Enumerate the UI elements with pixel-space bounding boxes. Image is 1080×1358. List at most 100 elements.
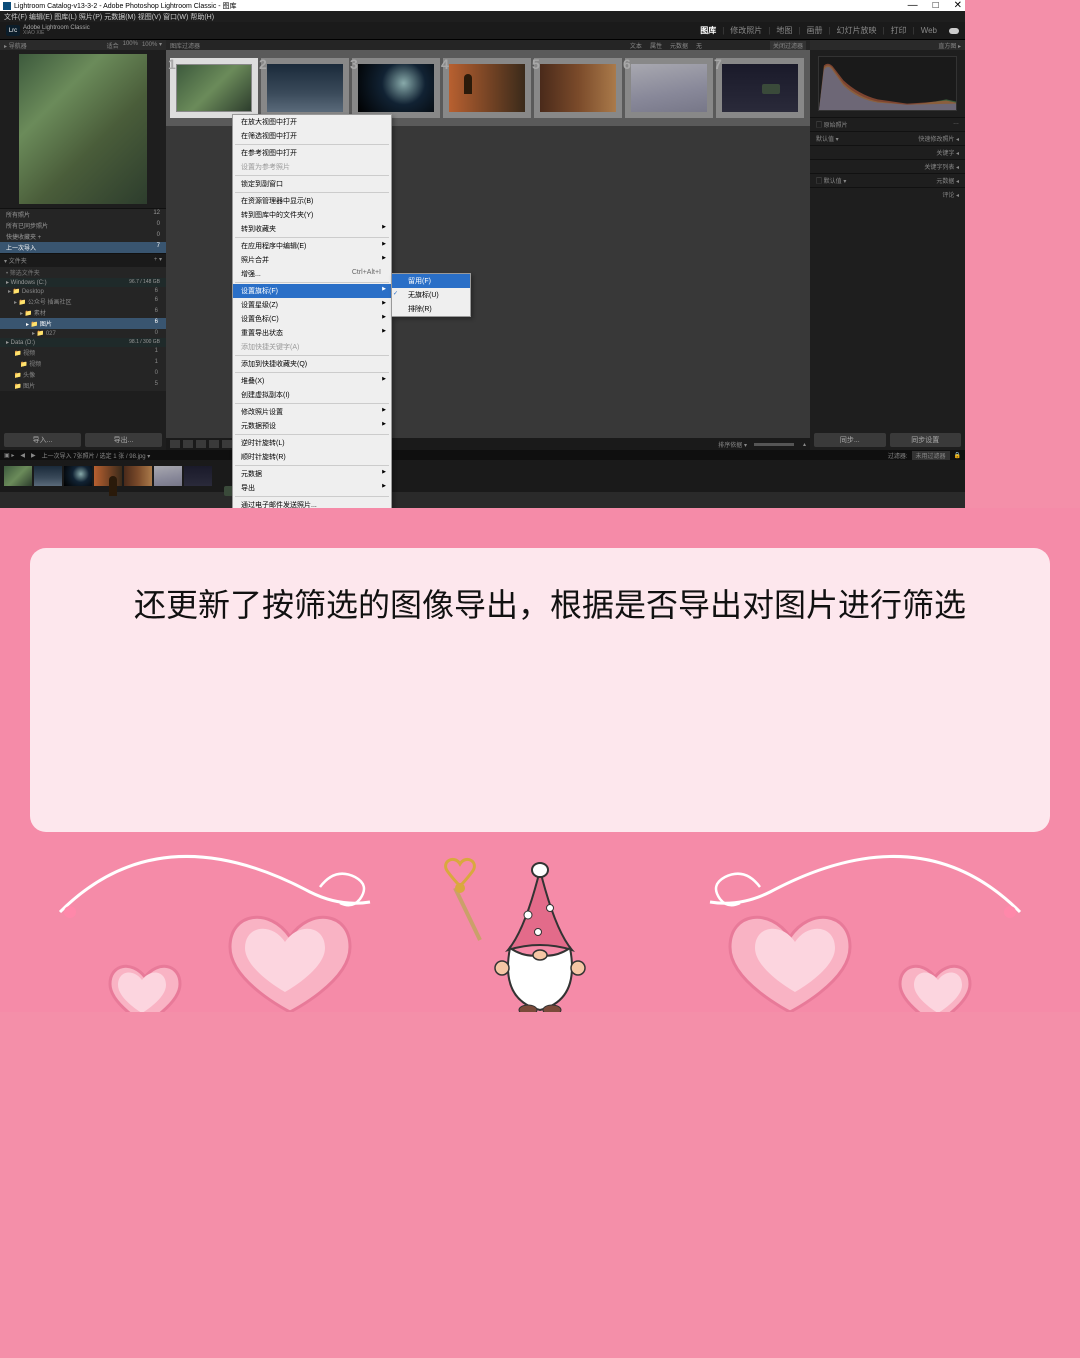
context-menu-item[interactable]: 锁定到副窗口 bbox=[233, 177, 391, 191]
context-menu-item[interactable]: 在筛选视图中打开 bbox=[233, 129, 391, 143]
folders-header[interactable]: ▾ 文件夹+ ▾ bbox=[0, 254, 166, 267]
histogram[interactable] bbox=[818, 56, 957, 111]
folder-row[interactable]: ▸ 📁 0270 bbox=[0, 329, 166, 338]
context-menu-item[interactable]: 在参考视图中打开 bbox=[233, 146, 391, 160]
module-tab[interactable]: 地图 bbox=[776, 25, 792, 36]
quick-develop-row[interactable]: 默认值 ▾快速修改照片 ◂ bbox=[810, 131, 965, 145]
minimize-button[interactable]: — bbox=[908, 0, 918, 11]
film-thumb[interactable] bbox=[64, 466, 92, 486]
context-menu-item[interactable]: 设置旗标(F) bbox=[233, 284, 391, 298]
metadata-row[interactable]: ▢ 默认值 ▾元数据 ◂ bbox=[810, 173, 965, 187]
sync-settings-button[interactable]: 同步设置 bbox=[890, 433, 962, 447]
folder-row[interactable]: ▸ 📁 图片6 bbox=[0, 318, 166, 329]
folder-row[interactable]: ▸ 📁 素材6 bbox=[0, 307, 166, 318]
context-menu-item[interactable]: 设置星级(Z) bbox=[233, 298, 391, 312]
module-tab[interactable]: Web bbox=[921, 26, 937, 35]
grid-cell-5[interactable]: 5 bbox=[534, 58, 622, 118]
second-window-icon[interactable]: ▣ ▸ bbox=[4, 452, 14, 459]
context-menu-item[interactable]: 在放大视图中打开 bbox=[233, 115, 391, 129]
people-view-icon[interactable] bbox=[222, 440, 232, 448]
filmstrip[interactable] bbox=[0, 460, 965, 492]
film-thumb[interactable] bbox=[124, 466, 152, 486]
navigator-header[interactable]: ▸ 导航器 适合 100% 100% ▾ bbox=[0, 40, 166, 50]
menu-item[interactable]: 文件(F) bbox=[4, 12, 27, 22]
grid-view-icon[interactable] bbox=[170, 440, 180, 448]
folder-row[interactable]: 📁 图片5 bbox=[0, 380, 166, 391]
menu-item[interactable]: 窗口(W) bbox=[163, 12, 188, 22]
folder-row[interactable]: ▸ 📁 公众号 插画社区6 bbox=[0, 296, 166, 307]
export-button[interactable]: 导出... bbox=[85, 433, 162, 447]
navigator-fit[interactable]: 适合 bbox=[107, 41, 119, 50]
catalog-row[interactable]: 上一次导入7 bbox=[0, 242, 166, 253]
folder-row[interactable]: 📁 视频1 bbox=[0, 347, 166, 358]
context-menu-item[interactable]: 逆时针旋转(L) bbox=[233, 436, 391, 450]
keyword-list-row[interactable]: 关键字列表 ◂ bbox=[810, 159, 965, 173]
go-back-icon[interactable]: ◀ bbox=[20, 452, 25, 459]
submenu-item[interactable]: ✓无旗标(U) bbox=[392, 288, 470, 302]
folder-filter[interactable]: • 筛选文件夹 bbox=[0, 267, 166, 278]
thumb-size-slider[interactable] bbox=[754, 443, 794, 446]
menu-item[interactable]: 帮助(H) bbox=[190, 12, 214, 22]
context-menu-item[interactable]: 堆叠(X) bbox=[233, 374, 391, 388]
context-menu-item[interactable]: 转到收藏夹 bbox=[233, 222, 391, 236]
filter-preset[interactable]: 未用过滤器 bbox=[912, 451, 950, 460]
context-menu-item[interactable]: 元数据 bbox=[233, 467, 391, 481]
navigator-preview[interactable] bbox=[0, 50, 166, 208]
context-menu-item[interactable]: 增强...Ctrl+Alt+I bbox=[233, 267, 391, 281]
context-menu-item[interactable]: 转到图库中的文件夹(Y) bbox=[233, 208, 391, 222]
go-forward-icon[interactable]: ▶ bbox=[31, 452, 36, 459]
submenu-item[interactable]: 留用(F) bbox=[392, 274, 470, 288]
filter-tab[interactable]: 文本 bbox=[630, 41, 642, 50]
context-menu-item[interactable]: 设置色标(C) bbox=[233, 312, 391, 326]
context-menu-item[interactable]: 通过电子邮件发送照片... bbox=[233, 498, 391, 508]
sync-row[interactable]: ▢ 原始照片… bbox=[810, 117, 965, 131]
menu-item[interactable]: 元数据(M) bbox=[104, 12, 136, 22]
film-thumb[interactable] bbox=[154, 466, 182, 486]
toolbar-expand-icon[interactable]: ▴ bbox=[803, 441, 806, 448]
menu-item[interactable]: 编辑(E) bbox=[29, 12, 52, 22]
context-menu-item[interactable]: 导出 bbox=[233, 481, 391, 495]
keyword-row[interactable]: 关键字 ◂ bbox=[810, 145, 965, 159]
module-tab[interactable]: 图库 bbox=[700, 25, 716, 36]
sync-button[interactable]: 同步... bbox=[814, 433, 886, 447]
navigator-pct[interactable]: 100% ▾ bbox=[142, 41, 162, 50]
catalog-row[interactable]: 所有已同步照片0 bbox=[0, 220, 166, 231]
context-menu-item[interactable]: 创建虚拟副本(I) bbox=[233, 388, 391, 402]
catalog-row[interactable]: 所有照片12 bbox=[0, 209, 166, 220]
volume-row[interactable]: ▸ Data (D:)98.1 / 300 GB bbox=[0, 338, 166, 347]
context-menu-item[interactable]: 添加到快捷收藏夹(Q) bbox=[233, 357, 391, 371]
module-tab[interactable]: 打印 bbox=[891, 25, 907, 36]
filter-tab[interactable]: 属性 bbox=[650, 41, 662, 50]
folder-row[interactable]: ▸ 📁 Desktop6 bbox=[0, 287, 166, 296]
context-menu-item[interactable]: 顺时针旋转(R) bbox=[233, 450, 391, 464]
sort-label[interactable]: 排序依据 ▾ bbox=[718, 440, 747, 449]
context-menu-item[interactable]: 重置导出状态 bbox=[233, 326, 391, 340]
submenu-item[interactable]: 排除(R) bbox=[392, 302, 470, 316]
grid-cell-7[interactable]: 7 bbox=[716, 58, 804, 118]
context-menu-item[interactable]: 照片合并 bbox=[233, 253, 391, 267]
filter-lock-icon[interactable]: 🔒 bbox=[954, 452, 961, 459]
filmstrip-source[interactable]: 上一次导入 7张照片 / 选定 1 张 / 98.jpg ▾ bbox=[42, 451, 151, 460]
film-thumb[interactable] bbox=[94, 466, 122, 486]
histogram-header[interactable]: 直方图 ▸ bbox=[810, 40, 965, 50]
context-menu-item[interactable]: 在资源管理器中显示(B) bbox=[233, 194, 391, 208]
film-thumb[interactable] bbox=[4, 466, 32, 486]
folder-row[interactable]: 📁 头像0 bbox=[0, 369, 166, 380]
context-menu-item[interactable]: 修改照片设置 bbox=[233, 405, 391, 419]
survey-view-icon[interactable] bbox=[209, 440, 219, 448]
menu-item[interactable]: 照片(P) bbox=[79, 12, 102, 22]
context-menu-item[interactable]: 在应用程序中编辑(E) bbox=[233, 239, 391, 253]
filter-tab[interactable]: 元数据 bbox=[670, 41, 688, 50]
context-menu-item[interactable]: 元数据预设 bbox=[233, 419, 391, 433]
volume-row[interactable]: ▸ Windows (C:)96.7 / 148 GB bbox=[0, 278, 166, 287]
module-tab[interactable]: 画册 bbox=[806, 25, 822, 36]
grid-cell-1[interactable]: 1 bbox=[170, 58, 258, 118]
cloud-sync-icon[interactable] bbox=[949, 28, 959, 34]
compare-view-icon[interactable] bbox=[196, 440, 206, 448]
filter-lock[interactable]: 关闭过滤器 bbox=[770, 41, 806, 50]
menu-item[interactable]: 图库(L) bbox=[54, 12, 77, 22]
menu-item[interactable]: 视图(V) bbox=[138, 12, 161, 22]
navigator-zoom[interactable]: 100% bbox=[123, 41, 138, 50]
film-thumb[interactable] bbox=[184, 466, 212, 486]
folder-row[interactable]: 📁 视频1 bbox=[0, 358, 166, 369]
